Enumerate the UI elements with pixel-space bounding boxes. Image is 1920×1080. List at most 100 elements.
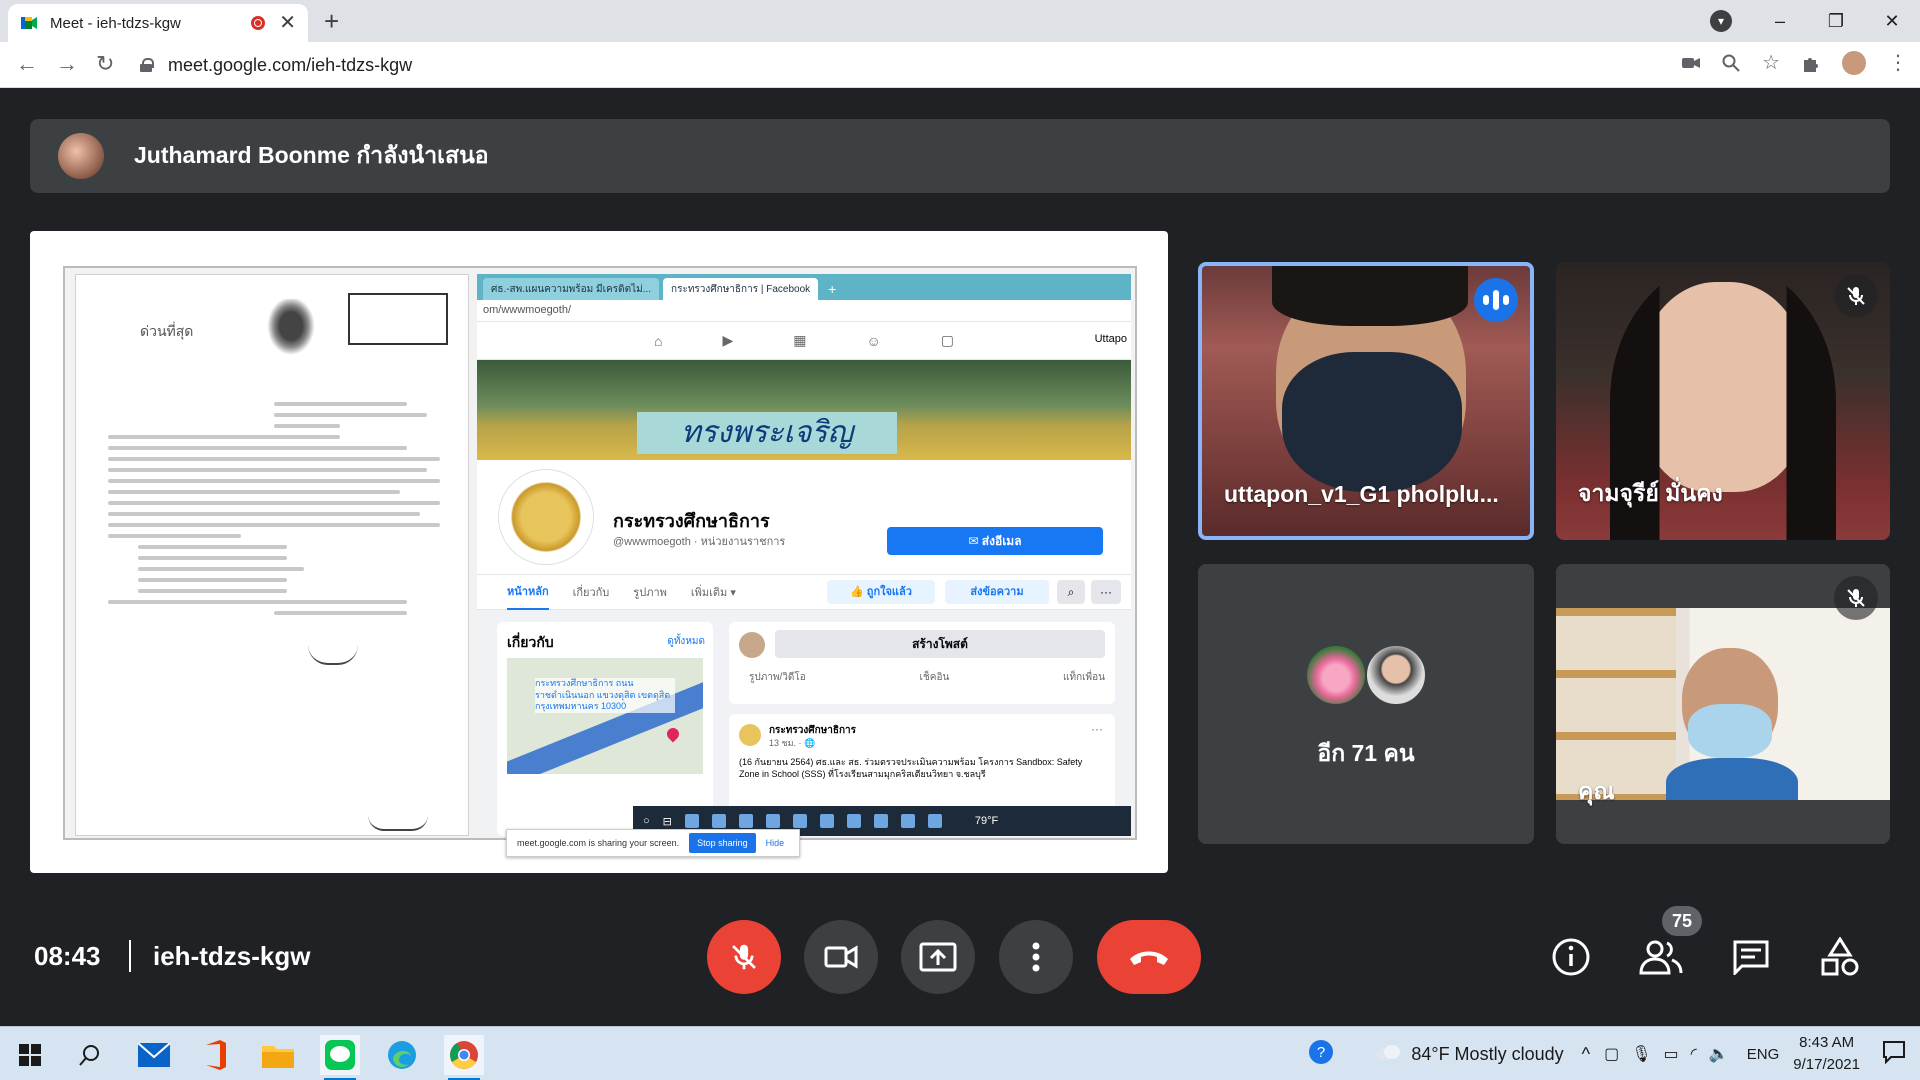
people-icon bbox=[1639, 940, 1683, 975]
help-icon[interactable]: ? bbox=[1307, 1038, 1335, 1071]
volume-icon[interactable]: 🔈 bbox=[1709, 1044, 1729, 1064]
self-view-tile[interactable]: คุณ bbox=[1556, 564, 1890, 844]
document-signature bbox=[308, 645, 358, 665]
meeting-info-button[interactable] bbox=[1548, 934, 1594, 980]
fb-message-button: ส่งข้อความ bbox=[945, 580, 1049, 604]
document-body bbox=[108, 395, 440, 622]
more-vert-icon bbox=[1032, 942, 1040, 972]
leave-call-button[interactable] bbox=[1097, 920, 1201, 994]
present-screen-button[interactable] bbox=[901, 920, 975, 994]
participant-name: จามจุรีย์ มั่นคง bbox=[1578, 480, 1723, 506]
recording-indicator-icon bbox=[251, 16, 266, 30]
shared-app-icon bbox=[846, 814, 861, 828]
activities-button[interactable] bbox=[1817, 934, 1863, 980]
microphone-icon[interactable]: 🎙 bbox=[1631, 1044, 1651, 1064]
self-video-detail bbox=[1666, 758, 1798, 800]
self-video bbox=[1556, 608, 1890, 800]
fb-cover-photo: ทรงพระเจริญ bbox=[477, 360, 1131, 460]
tab-close-button[interactable]: ✕ bbox=[279, 13, 296, 33]
participant-avatar bbox=[1365, 644, 1427, 706]
system-clock[interactable]: 8:43 AM 9/17/2021 bbox=[1793, 1032, 1860, 1076]
forward-arrow-icon[interactable]: → bbox=[56, 51, 78, 77]
hide-notice-button: Hide bbox=[765, 838, 785, 848]
fb-tag-friends: แท็กเพื่อน bbox=[1063, 672, 1105, 683]
extensions-puzzle-icon[interactable] bbox=[1802, 54, 1820, 72]
wifi-icon[interactable]: ◜ bbox=[1691, 1044, 1697, 1064]
participant-name: uttapon_v1_G1 pholplu... bbox=[1224, 481, 1499, 507]
line-app-icon[interactable] bbox=[320, 1035, 360, 1080]
language-indicator[interactable]: ENG bbox=[1747, 1046, 1780, 1063]
weather-text[interactable]: 84°F Mostly cloudy bbox=[1411, 1044, 1563, 1065]
more-participants-tile[interactable]: อีก 71 คน bbox=[1198, 564, 1534, 844]
shared-app-icon bbox=[765, 814, 780, 828]
fb-post-actions: รูปภาพ/วิดีโอ เช็คอิน แท็กเพื่อน bbox=[749, 670, 1105, 685]
clock-date: 9/17/2021 bbox=[1793, 1056, 1860, 1073]
zoom-icon[interactable] bbox=[1722, 54, 1740, 72]
shared-screen[interactable]: ด่วนที่สุด ศธ.-สพ.แผนความพร้อม มีเครดิตไ… bbox=[30, 231, 1168, 873]
shared-app-icon bbox=[873, 814, 888, 828]
shared-app-icon bbox=[684, 814, 699, 828]
shared-weather: 79°F bbox=[974, 815, 999, 827]
notifications-icon[interactable] bbox=[1882, 1040, 1906, 1069]
browser-toolbar: ← → ↻ meet.google.com/ieh-tdzs-kgw ☆ ⋮ bbox=[0, 42, 1920, 88]
minimize-button[interactable]: – bbox=[1752, 11, 1808, 32]
fb-address: กระทรวงศึกษาธิการ ถนนราชดำเนินนอก แขวงดุ… bbox=[535, 678, 675, 714]
tablet-icon[interactable]: ▢ bbox=[1604, 1044, 1619, 1064]
participant-tile-speaking[interactable]: uttapon_v1_G1 pholplu... bbox=[1198, 262, 1534, 540]
toggle-mic-button[interactable] bbox=[707, 920, 781, 994]
fb-photo-video: รูปภาพ/วิดีโอ bbox=[749, 672, 806, 683]
address-bar[interactable]: meet.google.com/ieh-tdzs-kgw bbox=[140, 49, 1670, 81]
edge-browser-icon[interactable] bbox=[382, 1035, 422, 1075]
weather-cloud-icon[interactable] bbox=[1375, 1043, 1401, 1066]
bookmark-star-icon[interactable]: ☆ bbox=[1762, 50, 1780, 75]
fb-watch-icon: ▶ bbox=[722, 332, 734, 348]
fb-feed-avatar bbox=[739, 724, 761, 746]
battery-icon[interactable]: ▭ bbox=[1664, 1044, 1679, 1064]
participant-tile[interactable]: จามจุรีย์ มั่นคง bbox=[1556, 262, 1890, 540]
fb-url: om/wwwmoegoth/ bbox=[477, 300, 1131, 322]
self-video-detail bbox=[1688, 704, 1772, 758]
chrome-menu-icon[interactable]: ⋮ bbox=[1888, 50, 1908, 75]
more-options-button[interactable] bbox=[999, 920, 1073, 994]
office-app-icon[interactable] bbox=[196, 1035, 236, 1075]
people-button[interactable] bbox=[1638, 934, 1684, 980]
back-arrow-icon[interactable]: ← bbox=[16, 51, 38, 77]
fb-page-name: กระทรวงศึกษาธิการ bbox=[613, 511, 770, 531]
fb-about-card: เกี่ยวกับ ดูทั้งหมด กระทรวงศึกษาธิการ ถน… bbox=[497, 622, 713, 836]
fb-page-body: เกี่ยวกับ ดูทั้งหมด กระทรวงศึกษาธิการ ถน… bbox=[477, 610, 1131, 836]
hang-up-icon bbox=[1130, 951, 1168, 965]
fb-browser-tab-active: กระทรวงศึกษาธิการ | Facebook bbox=[663, 278, 819, 300]
fb-search-icon: ⌕ bbox=[1057, 580, 1085, 604]
browser-tabstrip: Meet - ieh-tdzs-kgw ✕ + ▾ – ❐ ✕ bbox=[0, 0, 1920, 42]
mail-app-icon[interactable] bbox=[134, 1035, 174, 1075]
fb-about-see-all: ดูทั้งหมด bbox=[667, 636, 705, 647]
presenter-avatar bbox=[58, 133, 104, 179]
speaking-indicator-icon bbox=[1474, 278, 1518, 322]
reload-icon[interactable]: ↻ bbox=[96, 51, 114, 77]
fb-tab-about: เกี่ยวกับ bbox=[572, 587, 610, 599]
fb-browser-tabs: ศธ.-สพ.แผนความพร้อม มีเครดิตไม่... กระทร… bbox=[477, 274, 1131, 300]
windows-start-icon[interactable] bbox=[10, 1035, 50, 1075]
shared-app-icon bbox=[792, 814, 807, 828]
tab-title: Meet - ieh-tdzs-kgw bbox=[50, 14, 181, 32]
file-explorer-icon[interactable] bbox=[258, 1035, 298, 1075]
map-pin-icon bbox=[664, 725, 682, 743]
camera-in-use-icon[interactable] bbox=[1682, 56, 1701, 70]
toggle-camera-button[interactable] bbox=[804, 920, 878, 994]
tab-search-icon[interactable]: ▾ bbox=[1710, 10, 1732, 32]
browser-tab-meet[interactable]: Meet - ieh-tdzs-kgw ✕ bbox=[8, 4, 308, 42]
close-window-button[interactable]: ✕ bbox=[1864, 11, 1920, 32]
presenter-bar: Juthamard Boonme กำลังนำเสนอ bbox=[30, 119, 1890, 193]
new-tab-button[interactable]: + bbox=[324, 6, 339, 37]
chat-button[interactable] bbox=[1728, 934, 1774, 980]
restore-button[interactable]: ❐ bbox=[1808, 11, 1864, 32]
meet-favicon-icon bbox=[21, 17, 37, 29]
lock-icon[interactable] bbox=[140, 58, 154, 72]
profile-avatar[interactable] bbox=[1842, 50, 1866, 75]
chrome-browser-icon[interactable] bbox=[444, 1035, 484, 1080]
chevron-up-icon[interactable]: ^ bbox=[1582, 1044, 1590, 1065]
shared-app-icon bbox=[738, 814, 753, 828]
fb-post-avatar bbox=[739, 632, 765, 658]
search-icon[interactable] bbox=[70, 1035, 110, 1075]
mic-off-icon bbox=[732, 944, 756, 970]
